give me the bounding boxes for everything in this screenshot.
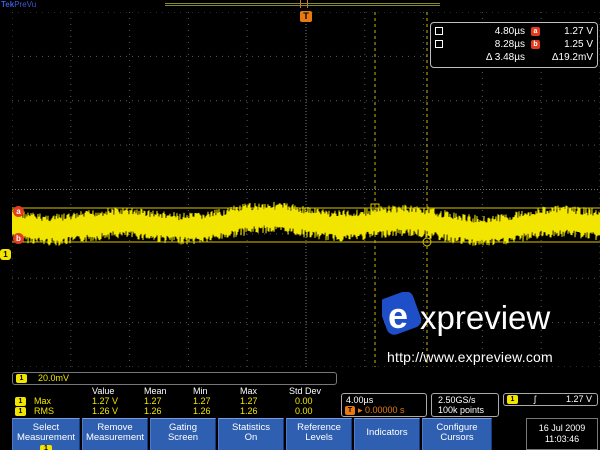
statistics-button[interactable]: Statistics On bbox=[218, 418, 284, 450]
channel-1-chip: 1 bbox=[16, 374, 27, 383]
cursor-b-marker[interactable]: b bbox=[13, 233, 24, 244]
col-header-std-dev: Std Dev bbox=[289, 386, 322, 396]
softkey-line2: Measurement bbox=[16, 432, 76, 443]
cell-max: 1.26 bbox=[240, 406, 258, 416]
col-header-max: Max bbox=[240, 386, 258, 396]
softkey-line2: Measurement bbox=[85, 432, 145, 443]
softkey-line2: Levels bbox=[305, 432, 333, 443]
softkey-line2: Cursors bbox=[440, 432, 474, 443]
cursor-row-b: 8.28µs b 1.25 V bbox=[431, 38, 597, 51]
cursor-delta-time: Δ 3.48µs bbox=[485, 52, 525, 63]
gating-screen-button[interactable]: Gating Screen bbox=[150, 418, 216, 450]
cursor-square-icon bbox=[435, 40, 443, 48]
channel-1-ground-marker[interactable]: 1 bbox=[0, 249, 11, 260]
acquisition-readout[interactable]: 2.50GS/s 100k points bbox=[431, 393, 499, 417]
col-header-value: Value bbox=[92, 386, 115, 396]
softkey-line2: Screen bbox=[167, 432, 199, 443]
measurement-name: Max bbox=[34, 396, 52, 406]
col-header-mean: Mean bbox=[144, 386, 167, 396]
sample-rate: 2.50GS/s bbox=[438, 395, 476, 405]
cursor-row-a: 4.80µs a 1.27 V bbox=[431, 25, 597, 38]
date-time: 16 Jul 2009 11:03:46 bbox=[526, 418, 598, 450]
horizontal-readout[interactable]: 4.00µs T ▸ 0.00000 s bbox=[341, 393, 427, 417]
expreview-logo: e xpreview bbox=[382, 292, 550, 336]
cursor-b-value: 1.25 V bbox=[564, 39, 593, 50]
channel-1-scale[interactable]: 1 20.0mV bbox=[12, 372, 337, 385]
run-state: PreVu bbox=[14, 0, 37, 9]
softkey-bar: Select Measurement 1 Remove Measurement … bbox=[12, 418, 522, 450]
cursor-readout: 4.80µs a 1.27 V 8.28µs b 1.25 V Δ 3.48µs… bbox=[430, 22, 598, 68]
cell-value: 1.27 V bbox=[92, 396, 119, 406]
table-row: 1 RMS 1.26 V 1.26 1.26 1.26 0.00 bbox=[12, 406, 337, 416]
reference-levels-button[interactable]: Reference Levels bbox=[286, 418, 352, 450]
cursor-b-badge: b bbox=[531, 40, 540, 49]
softkey-line2: On bbox=[244, 432, 258, 443]
watermark-url: http://www.expreview.com bbox=[387, 349, 553, 365]
remove-measurement-button[interactable]: Remove Measurement bbox=[82, 418, 148, 450]
configure-cursors-button[interactable]: Configure Cursors bbox=[422, 418, 492, 450]
record-length: 100k points bbox=[438, 405, 485, 415]
cursor-a-badge: a bbox=[531, 27, 540, 36]
cell-min: 1.26 bbox=[193, 406, 211, 416]
logo-text: xpreview bbox=[420, 299, 550, 336]
rising-edge-icon: ʃ bbox=[534, 394, 536, 404]
softkey-chip: 1 bbox=[40, 445, 52, 450]
cell-mean: 1.26 bbox=[144, 406, 162, 416]
trigger-source-chip: 1 bbox=[507, 395, 518, 404]
channel-1-scale-value: 20.0mV bbox=[38, 373, 70, 383]
measurement-name: RMS bbox=[34, 406, 54, 416]
cell-max: 1.27 bbox=[240, 396, 258, 406]
trigger-chip: T bbox=[345, 406, 355, 415]
measurement-table: Value Mean Min Max Std Dev 1 Max 1.27 V … bbox=[12, 386, 337, 416]
record-view-window bbox=[300, 0, 308, 8]
date: 16 Jul 2009 bbox=[538, 423, 586, 433]
select-measurement-button[interactable]: Select Measurement 1 bbox=[12, 418, 80, 450]
cursor-a-marker[interactable]: a bbox=[13, 206, 24, 217]
horizontal-scale: 4.00µs bbox=[346, 395, 374, 405]
trigger-level: 1.27 V bbox=[565, 394, 592, 404]
cell-std-dev: 0.00 bbox=[295, 396, 313, 406]
cursor-a-time: 4.80µs bbox=[494, 26, 525, 37]
cell-value: 1.26 V bbox=[92, 406, 119, 416]
source-chip: 1 bbox=[15, 397, 26, 406]
trigger-readout[interactable]: 1 ʃ 1.27 V bbox=[503, 393, 598, 406]
cursor-a-value: 1.27 V bbox=[564, 26, 593, 37]
status-bar: TekPreVu bbox=[0, 0, 600, 12]
indicators-button[interactable]: Indicators bbox=[354, 418, 420, 450]
cursor-square-icon bbox=[435, 27, 443, 35]
table-row: 1 Max 1.27 V 1.27 1.27 1.27 0.00 bbox=[12, 396, 337, 406]
brand-tek: Tek bbox=[1, 0, 15, 9]
softkey-line1: Indicators bbox=[366, 427, 408, 438]
cursor-b-time: 8.28µs bbox=[494, 39, 525, 50]
horizontal-delay: ▸ 0.00000 s bbox=[358, 405, 405, 415]
cursor-row-delta: Δ 3.48µs Δ19.2mV bbox=[431, 51, 597, 64]
cell-min: 1.27 bbox=[193, 396, 211, 406]
source-chip: 1 bbox=[15, 407, 26, 416]
cell-mean: 1.27 bbox=[144, 396, 162, 406]
cursor-delta-value: Δ19.2mV bbox=[551, 52, 593, 63]
time: 11:03:46 bbox=[544, 434, 580, 444]
trigger-position-marker[interactable]: T bbox=[300, 11, 312, 22]
brand-label: TekPreVu bbox=[1, 0, 36, 10]
col-header-min: Min bbox=[193, 386, 208, 396]
logo-e-letter: e bbox=[388, 295, 408, 336]
cell-std-dev: 0.00 bbox=[295, 406, 313, 416]
